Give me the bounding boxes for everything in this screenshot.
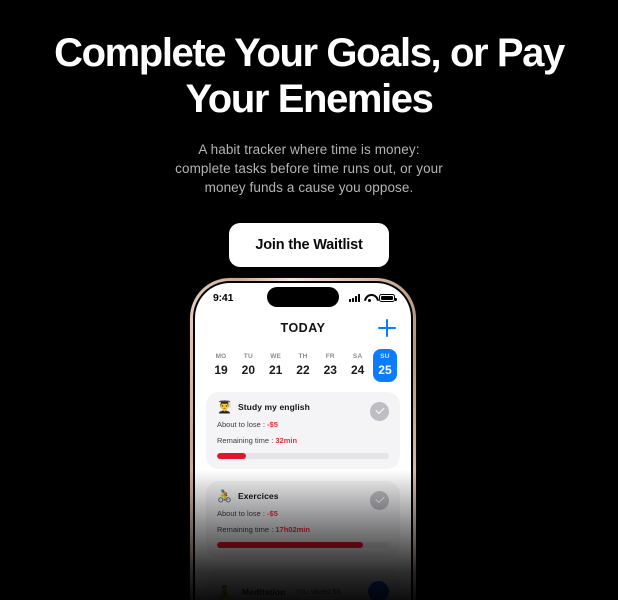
headline-line-2: Your Enemies — [185, 77, 434, 121]
plus-icon[interactable] — [377, 318, 397, 338]
task-stake-amount: -$5 — [267, 420, 278, 429]
task-title: Study my english — [237, 402, 310, 412]
phone-screen: 9:41 TODAY MO 19 TU 20 WE 21 TH 22 FR 23… — [195, 283, 411, 600]
calendar-day-number: 24 — [350, 363, 365, 377]
task-stake-label: About to lose : — [217, 509, 268, 518]
calendar-weekday-label: MO — [215, 353, 227, 360]
task-card-header: 🚴 Exercices — [217, 490, 389, 502]
task-progress-fill — [217, 542, 364, 548]
cellular-signal-icon — [349, 294, 360, 302]
task-complete-checkbox[interactable] — [370, 491, 389, 510]
status-bar: 9:41 — [195, 283, 411, 309]
task-stake-line: About to lose : -$5 — [217, 420, 389, 429]
hero-section: Complete Your Goals, or Pay Your Enemies… — [0, 0, 618, 267]
phone-bezel: 9:41 TODAY MO 19 TU 20 WE 21 TH 22 FR 23… — [193, 281, 413, 600]
calendar-day-number: 20 — [241, 363, 255, 377]
calendar-day-number: 25 — [378, 363, 392, 377]
task-stake-label: About to lose : — [217, 420, 268, 429]
cta-container: Join the Waitlist — [0, 223, 618, 267]
task-card-header: 👨‍🎓 Study my english — [217, 401, 389, 413]
calendar-weekday-label: SA — [352, 353, 363, 360]
landing-page: Complete Your Goals, or Pay Your Enemies… — [0, 0, 618, 600]
task-time-value: 32min — [275, 436, 298, 445]
task-progress-bar — [217, 542, 389, 548]
phone-mockup: 9:41 TODAY MO 19 TU 20 WE 21 TH 22 FR 23… — [190, 278, 416, 600]
cyclist-emoji-icon: 🚴 — [217, 489, 232, 503]
calendar-weekday-label: WE — [270, 353, 282, 360]
task-saved-label: You saved — [295, 587, 333, 596]
wifi-icon — [364, 294, 375, 302]
calendar-weekday-label: TU — [243, 353, 253, 360]
task-progress-fill — [217, 453, 247, 459]
task-card[interactable]: 🚴 Exercices About to lose : -$5 Remainin… — [206, 481, 400, 558]
task-completed-checkbox[interactable] — [368, 581, 389, 600]
calendar-day-sa[interactable]: SA 24 — [346, 349, 370, 382]
calendar-day-fr[interactable]: FR 23 — [318, 349, 342, 382]
task-saved-line: You saved $5 — [295, 587, 340, 596]
calendar-day-we[interactable]: WE 21 — [264, 349, 288, 382]
app-header: TODAY — [195, 313, 411, 343]
student-emoji-icon: 👨‍🎓 — [217, 400, 232, 414]
calendar-day-mo[interactable]: MO 19 — [209, 349, 233, 382]
hero-subtitle: A habit tracker where time is money: com… — [0, 140, 618, 197]
task-card[interactable]: 👨‍🎓 Study my english About to lose : -$5… — [206, 392, 400, 469]
app-title: TODAY — [280, 321, 326, 335]
task-title: Meditation — [241, 586, 286, 597]
task-time-value: 17h02min — [275, 525, 310, 534]
calendar-day-th[interactable]: TH 22 — [291, 349, 315, 382]
subtitle-line-1: A habit tracker where time is money: — [198, 142, 420, 157]
join-waitlist-button[interactable]: Join the Waitlist — [229, 223, 389, 267]
calendar-weekday-label: TH — [298, 353, 308, 360]
calendar-day-number: 22 — [296, 363, 310, 377]
task-time-label: Remaining time : — [217, 525, 276, 534]
task-list: 👨‍🎓 Study my english About to lose : -$5… — [195, 382, 411, 600]
week-calendar-strip: MO 19 TU 20 WE 21 TH 22 FR 23 SA 24 SU 2… — [195, 343, 411, 382]
task-title: Exercices — [237, 491, 279, 501]
task-time-label: Remaining time : — [217, 436, 276, 445]
calendar-weekday-label: SU — [380, 353, 390, 360]
meditation-emoji-icon: 🧘 — [217, 584, 232, 599]
calendar-day-number: 21 — [268, 363, 283, 377]
task-complete-checkbox[interactable] — [370, 402, 389, 421]
calendar-day-number: 19 — [214, 363, 228, 377]
task-card-completed[interactable]: 🧘 Meditation You saved $5 — [206, 570, 400, 600]
dynamic-island — [267, 287, 339, 307]
calendar-day-tu[interactable]: TU 20 — [236, 349, 260, 382]
calendar-weekday-label: FR — [325, 353, 335, 360]
status-bar-time: 9:41 — [213, 292, 234, 304]
task-time-line: Remaining time : 32min — [217, 436, 389, 445]
task-stake-line: About to lose : -$5 — [217, 509, 389, 518]
task-stake-amount: -$5 — [267, 509, 278, 518]
subtitle-line-2: complete tasks before time runs out, or … — [175, 161, 443, 176]
headline-line-1: Complete Your Goals, or Pay — [54, 31, 565, 75]
status-bar-icons — [349, 294, 397, 302]
task-progress-bar — [217, 453, 389, 459]
calendar-day-number: 23 — [323, 363, 337, 377]
subtitle-line-3: money funds a cause you oppose. — [204, 180, 414, 195]
page-title: Complete Your Goals, or Pay Your Enemies — [39, 30, 579, 122]
battery-icon — [379, 294, 397, 302]
task-saved-amount: $5 — [332, 587, 341, 596]
calendar-day-su-selected[interactable]: SU 25 — [372, 349, 397, 382]
task-time-line: Remaining time : 17h02min — [217, 525, 389, 534]
